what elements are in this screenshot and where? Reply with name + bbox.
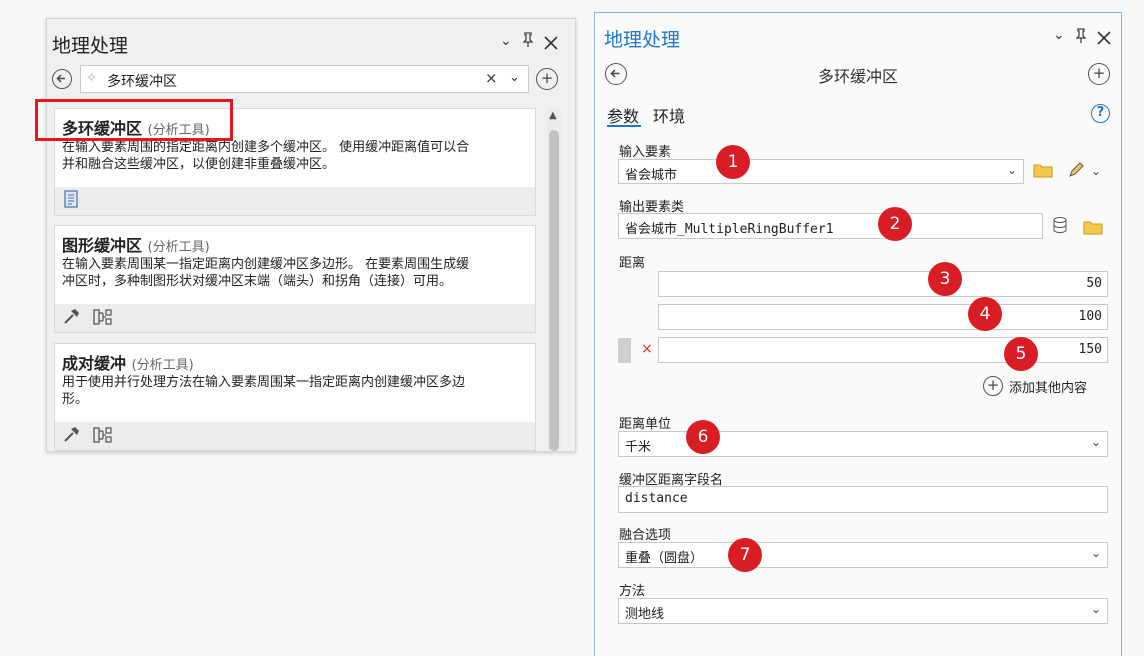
- distance-value: 100: [1078, 309, 1102, 324]
- field-name-value: distance: [625, 491, 688, 506]
- geoprocessing-pane-right: 地理处理 ⌄ 多环缓冲区 + 参数 环境 ? 输入要素 省会城市 ⌄ ⌄ 输出要…: [594, 12, 1122, 656]
- card-subtitle: (分析工具): [131, 358, 194, 373]
- model-icon[interactable]: [93, 426, 113, 448]
- active-tab-underline: [607, 125, 641, 127]
- hammer-icon[interactable]: [63, 425, 81, 447]
- annotation-badge-7: 7: [728, 538, 762, 572]
- scrollbar[interactable]: ▲: [547, 108, 561, 451]
- pane-options-chevron-icon[interactable]: ⌄: [1053, 27, 1065, 43]
- pane-options-chevron-icon[interactable]: ⌄: [500, 33, 512, 49]
- annotation-badge-3: 3: [928, 262, 962, 296]
- model-icon[interactable]: [93, 308, 113, 330]
- input-features-select[interactable]: 省会城市 ⌄: [618, 159, 1024, 184]
- card-footer: [55, 187, 535, 215]
- annotation-badge-2: 2: [878, 207, 912, 241]
- scrollbar-thumb[interactable]: [549, 130, 559, 451]
- output-features-field[interactable]: 省会城市_MultipleRingBuffer1: [618, 213, 1043, 239]
- annotation-badge-1: 1: [716, 145, 750, 179]
- chevron-down-icon: ⌄: [1090, 602, 1101, 616]
- sparkle-icon: ✧: [86, 71, 97, 86]
- pencil-icon[interactable]: [1067, 161, 1087, 183]
- card-desc-line1: 在输入要素周围的指定距离内创建多个缓冲区。 使用缓冲距离值可以合: [62, 140, 470, 155]
- card-desc-line2: 形。: [62, 392, 89, 407]
- pin-icon[interactable]: [1074, 28, 1088, 48]
- card-desc-line1: 在输入要素周围某一指定距离内创建缓冲区多边形。 在要素周围生成缓: [62, 257, 470, 272]
- annotation-badge-5: 5: [1004, 337, 1038, 371]
- input-features-value: 省会城市: [625, 168, 678, 183]
- method-label: 方法: [619, 584, 646, 599]
- distance-value-row-3[interactable]: 150: [658, 337, 1108, 363]
- method-value: 测地线: [625, 607, 665, 622]
- pin-icon[interactable]: [521, 32, 535, 52]
- row-drag-handle[interactable]: [618, 338, 631, 363]
- close-icon[interactable]: [1097, 30, 1111, 49]
- dissolve-option-value: 重叠（圆盘）: [625, 551, 704, 566]
- pane-title: 地理处理: [52, 35, 129, 57]
- search-dropdown-icon[interactable]: ⌄: [509, 70, 520, 85]
- scroll-up-icon[interactable]: ▲: [549, 110, 557, 121]
- dissolve-option-select[interactable]: 重叠（圆盘） ⌄: [618, 542, 1108, 568]
- remove-row-icon[interactable]: ×: [641, 341, 653, 357]
- distance-value: 50: [1086, 276, 1102, 291]
- card-footer: [55, 304, 535, 332]
- card-footer: [55, 422, 535, 450]
- tab-environments[interactable]: 环境: [653, 103, 685, 127]
- distance-unit-label: 距离单位: [619, 417, 672, 432]
- add-icon[interactable]: +: [1088, 63, 1110, 85]
- database-icon[interactable]: [1051, 216, 1071, 240]
- add-more-button[interactable]: 添加其他内容: [1009, 377, 1087, 396]
- pane-title: 地理处理: [604, 29, 681, 51]
- clear-search-icon[interactable]: ×: [485, 69, 498, 87]
- card-title: 成对缓冲: [62, 354, 127, 373]
- annotation-badge-6: 6: [686, 420, 720, 454]
- close-icon[interactable]: [544, 35, 558, 54]
- hammer-icon[interactable]: [63, 307, 81, 329]
- distance-label: 距离: [619, 256, 646, 271]
- tool-card-pairwise-buffer[interactable]: 成对缓冲 (分析工具) 用于使用并行处理方法在输入要素周围某一指定距离内创建缓冲…: [54, 343, 536, 451]
- folder-icon[interactable]: [1083, 218, 1103, 240]
- method-select[interactable]: 测地线 ⌄: [618, 598, 1108, 624]
- field-name-input[interactable]: distance: [618, 486, 1108, 513]
- card-subtitle: (分析工具): [147, 240, 210, 255]
- annotation-badge-4: 4: [968, 297, 1002, 331]
- chevron-down-icon: ⌄: [1006, 163, 1017, 177]
- help-icon[interactable]: ?: [1091, 104, 1110, 123]
- card-desc-line1: 用于使用并行处理方法在输入要素周围某一指定距离内创建缓冲区多边: [62, 375, 466, 390]
- chevron-down-icon[interactable]: ⌄: [1091, 164, 1101, 178]
- tool-name: 多环缓冲区: [817, 67, 898, 86]
- tool-card-graphic-buffer[interactable]: 图形缓冲区 (分析工具) 在输入要素周围某一指定距离内创建缓冲区多边形。 在要素…: [54, 225, 536, 333]
- dissolve-option-label: 融合选项: [619, 528, 672, 543]
- script-icon[interactable]: [63, 190, 79, 212]
- folder-icon[interactable]: [1033, 161, 1053, 183]
- search-input[interactable]: ✧ 多环缓冲区 × ⌄: [80, 65, 529, 93]
- card-title: 图形缓冲区: [62, 236, 143, 255]
- distance-value-row-2[interactable]: 100: [658, 304, 1108, 330]
- distance-value: 150: [1078, 342, 1102, 357]
- back-icon[interactable]: [52, 69, 72, 89]
- distance-value-row-1[interactable]: 50: [658, 271, 1108, 297]
- chevron-down-icon: ⌄: [1090, 546, 1101, 560]
- chevron-down-icon: ⌄: [1090, 435, 1101, 449]
- add-row-icon[interactable]: +: [983, 376, 1003, 396]
- distance-unit-value: 千米: [625, 440, 652, 455]
- output-features-value: 省会城市_MultipleRingBuffer1: [625, 222, 834, 237]
- card-desc-line2: 并和融合这些缓冲区，以便创建非重叠缓冲区。: [62, 157, 336, 172]
- geoprocessing-pane-left: 地理处理 ⌄ ✧ 多环缓冲区 × ⌄ + 多环缓冲区 (分析工具) 在输入要素周…: [35, 18, 576, 452]
- card-desc-line2: 冲区时，多种制图形状对缓冲区末端（端头）和拐角（连接）可用。: [62, 274, 453, 289]
- search-value: 多环缓冲区: [107, 74, 177, 90]
- input-features-label: 输入要素: [619, 145, 672, 160]
- highlight-box: [35, 99, 233, 141]
- tab-parameters[interactable]: 参数: [607, 103, 639, 127]
- add-icon[interactable]: +: [536, 68, 558, 90]
